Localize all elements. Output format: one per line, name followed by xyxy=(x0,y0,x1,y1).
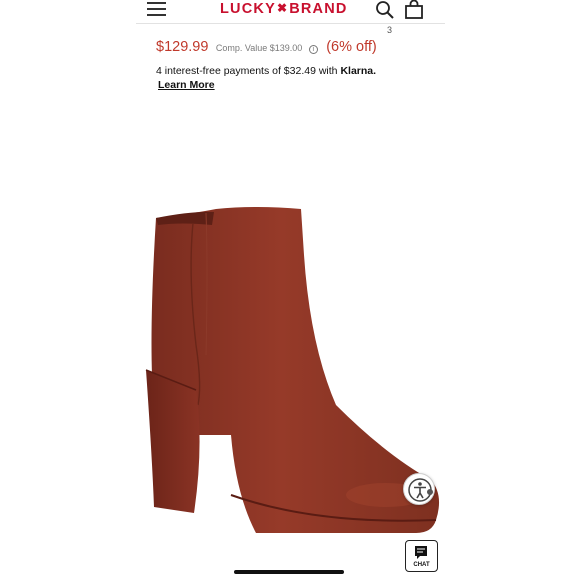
chat-icon xyxy=(415,546,427,559)
klarna-message: 4 interest-free payments of $32.49 with … xyxy=(156,65,376,77)
chat-button[interactable]: CHAT xyxy=(405,540,438,572)
search-icon[interactable] xyxy=(375,0,395,20)
sale-price: $129.99 xyxy=(156,39,209,55)
accessibility-icon xyxy=(408,478,433,502)
klarna-text: 4 interest-free payments of $32.49 with xyxy=(156,65,338,77)
site-header: LUCKY✖BRAND xyxy=(136,0,445,24)
accessibility-button[interactable] xyxy=(403,473,435,505)
clover-icon: ✖ xyxy=(276,1,289,15)
price-row: $129.99 Comp. Value $139.00 i (6% off) xyxy=(156,38,377,56)
shopping-bag-icon[interactable] xyxy=(404,0,424,20)
learn-more-link[interactable]: Learn More xyxy=(158,79,215,91)
brand-logo[interactable]: LUCKY✖BRAND xyxy=(220,1,348,17)
brand-right-text: BRAND xyxy=(289,1,348,17)
brand-left-text: LUCKY xyxy=(220,1,276,17)
chat-label: CHAT xyxy=(413,562,430,568)
bag-count-badge: 3 xyxy=(387,25,393,35)
home-indicator[interactable] xyxy=(234,570,344,574)
discount-percent: (6% off) xyxy=(326,39,377,55)
menu-icon[interactable] xyxy=(147,2,166,16)
product-image-ankle-boot[interactable] xyxy=(136,195,445,555)
info-icon[interactable]: i xyxy=(308,45,318,54)
phone-screen: LUCKY✖BRAND 3 $129.99 Comp. Value $139.0… xyxy=(136,0,445,580)
comp-value: Comp. Value $139.00 xyxy=(215,43,303,53)
klarna-brand: Klarna. xyxy=(340,65,377,77)
